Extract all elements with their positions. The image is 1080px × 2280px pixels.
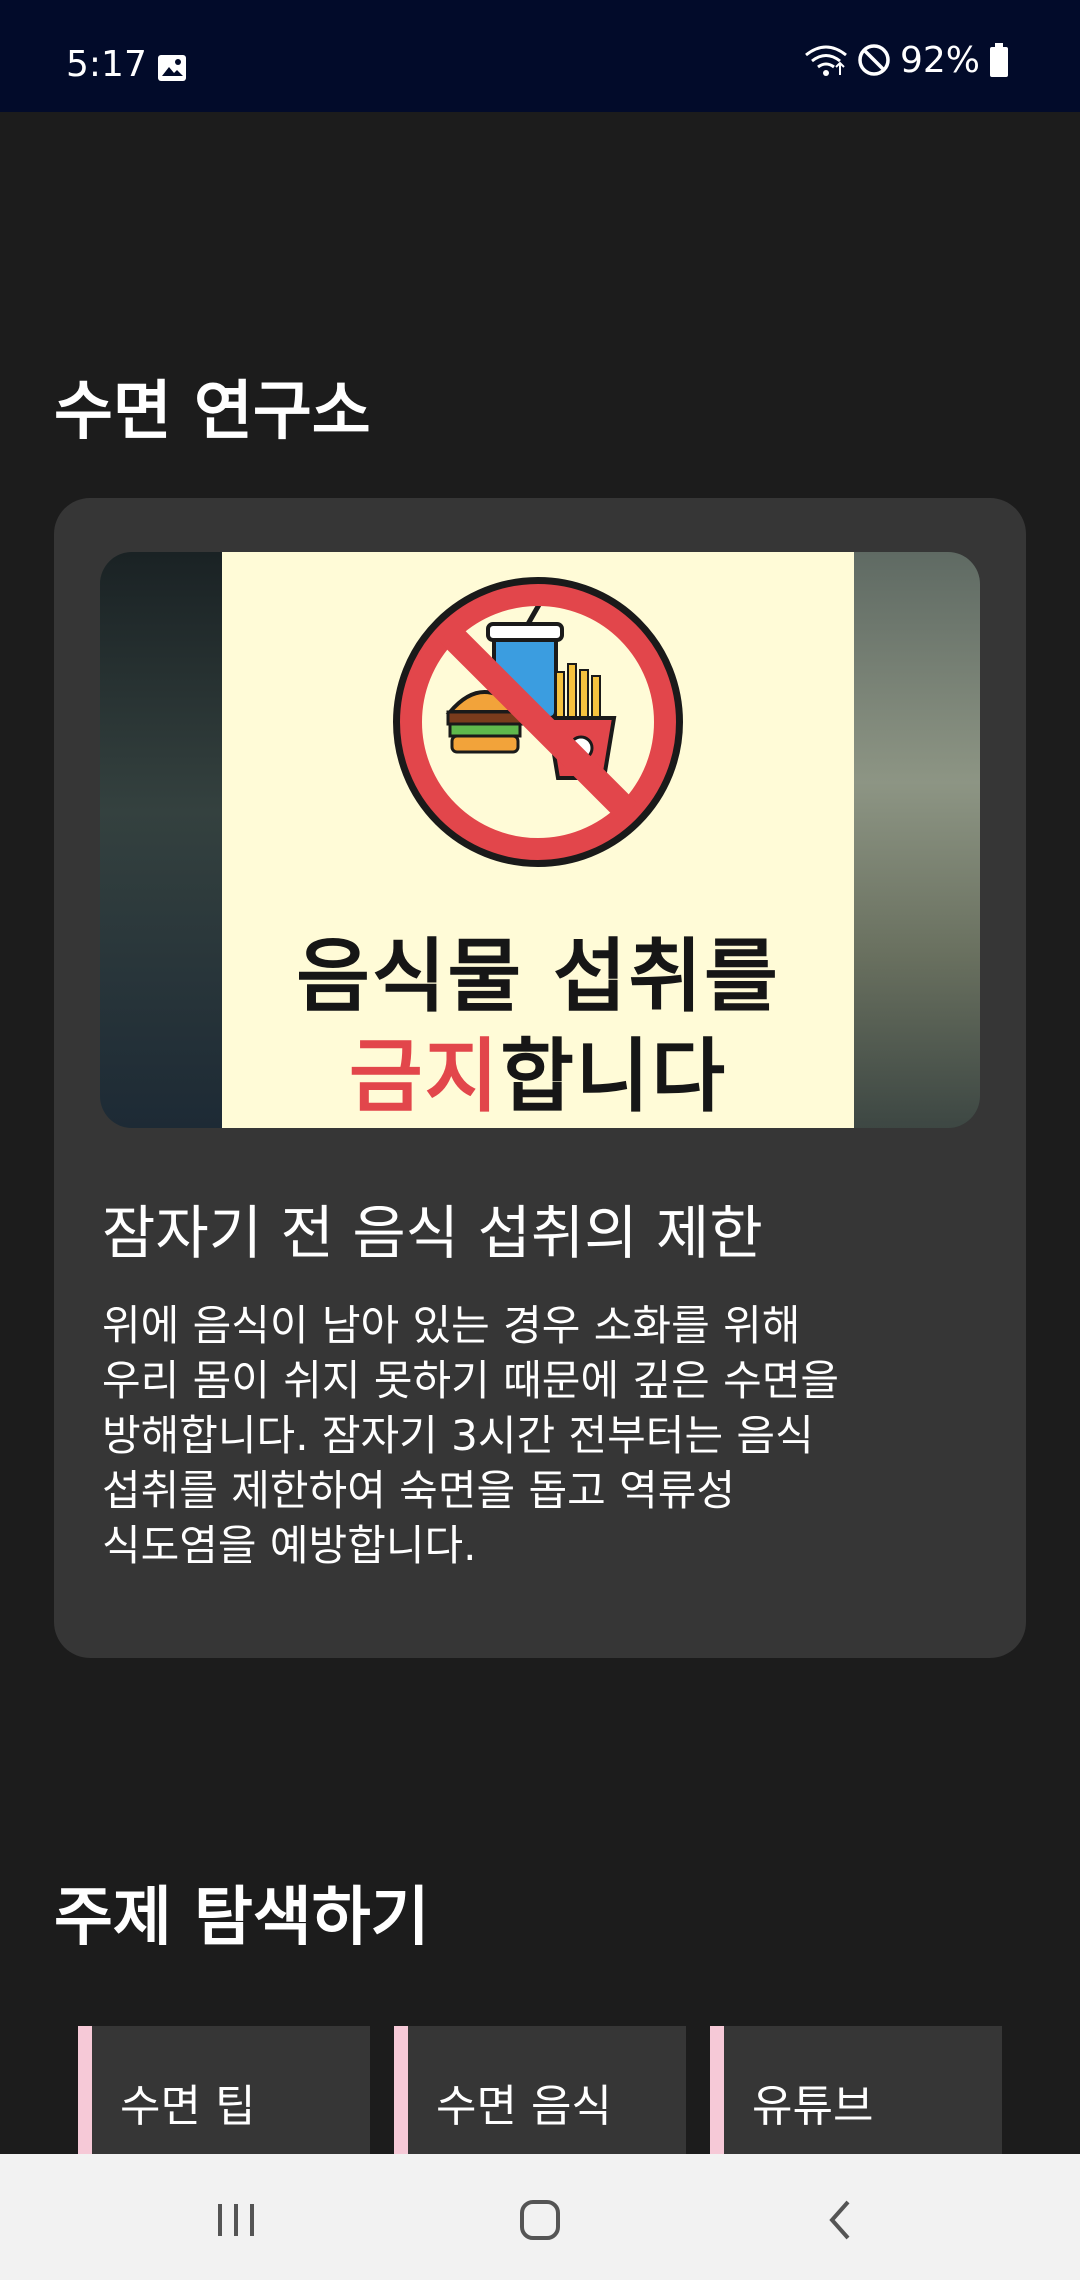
topic-chip-sleep-food[interactable]: 수면 음식 — [394, 2026, 686, 2156]
topics-title: 주제 탐색하기 — [54, 1881, 430, 1955]
status-bar: 5:17 92% — [0, 0, 1080, 112]
topic-chip-sleep-tips[interactable]: 수면 팁 — [78, 2026, 370, 2156]
poster: 음식물 섭취를 금지합니다 — [222, 552, 854, 1128]
card-body-line: 우리 몸이 쉬지 못하기 때문에 깊은 수면을 — [102, 1356, 839, 1405]
poster-text-line1: 음식물 섭취를 — [296, 930, 780, 1023]
card-body-line: 섭취를 제한하여 숙면을 돕고 역류성 — [102, 1466, 736, 1515]
sleep-tip-card[interactable]: 음식물 섭취를 금지합니다 잠자기 전 음식 섭취의 제한 위에 음식이 남아 … — [54, 498, 1026, 1658]
wifi-icon — [805, 45, 847, 76]
battery-icon — [990, 43, 1008, 77]
image-blur-left — [100, 552, 222, 1128]
recent-apps-icon[interactable] — [200, 2184, 272, 2256]
topic-chip-youtube[interactable]: 유튜브 — [710, 2026, 1002, 2156]
poster-text-rest: 합니다 — [500, 1030, 727, 1123]
image-blur-right — [854, 552, 980, 1128]
card-body-line: 위에 음식이 남아 있는 경우 소화를 위해 — [102, 1301, 801, 1350]
poster-text-line2: 금지합니다 — [222, 1012, 854, 1128]
no-food-poster-image: 음식물 섭취를 금지합니다 — [100, 552, 980, 1128]
navigation-bar — [0, 2154, 1080, 2280]
back-icon[interactable] — [804, 2184, 876, 2256]
card-heading: 잠자기 전 음식 섭취의 제한 — [102, 1199, 763, 1267]
card-body: 위에 음식이 남아 있는 경우 소화를 위해 우리 몸이 쉬지 못하기 때문에 … — [102, 1298, 942, 1573]
topic-label: 수면 음식 — [436, 2081, 612, 2132]
card-body-line: 식도염을 예방합니다. — [102, 1521, 477, 1570]
sleep-lab-title: 수면 연구소 — [54, 375, 371, 449]
status-right-group: 92% — [804, 39, 1010, 81]
poster-text-red: 금지 — [348, 1030, 501, 1123]
topic-label: 수면 팁 — [120, 2081, 256, 2132]
battery-percent: 92% — [899, 39, 980, 81]
topic-label: 유튜브 — [752, 2081, 874, 2132]
no-food-icon — [393, 577, 683, 867]
do-not-disturb-icon — [858, 44, 890, 76]
home-icon[interactable] — [504, 2184, 576, 2256]
card-body-line: 방해합니다. 잠자기 3시간 전부터는 음식 — [102, 1411, 814, 1460]
topics-row: 수면 팁 수면 음식 유튜브 — [78, 2026, 1002, 2156]
gallery-icon — [158, 55, 186, 81]
status-time: 5:17 — [66, 44, 147, 85]
